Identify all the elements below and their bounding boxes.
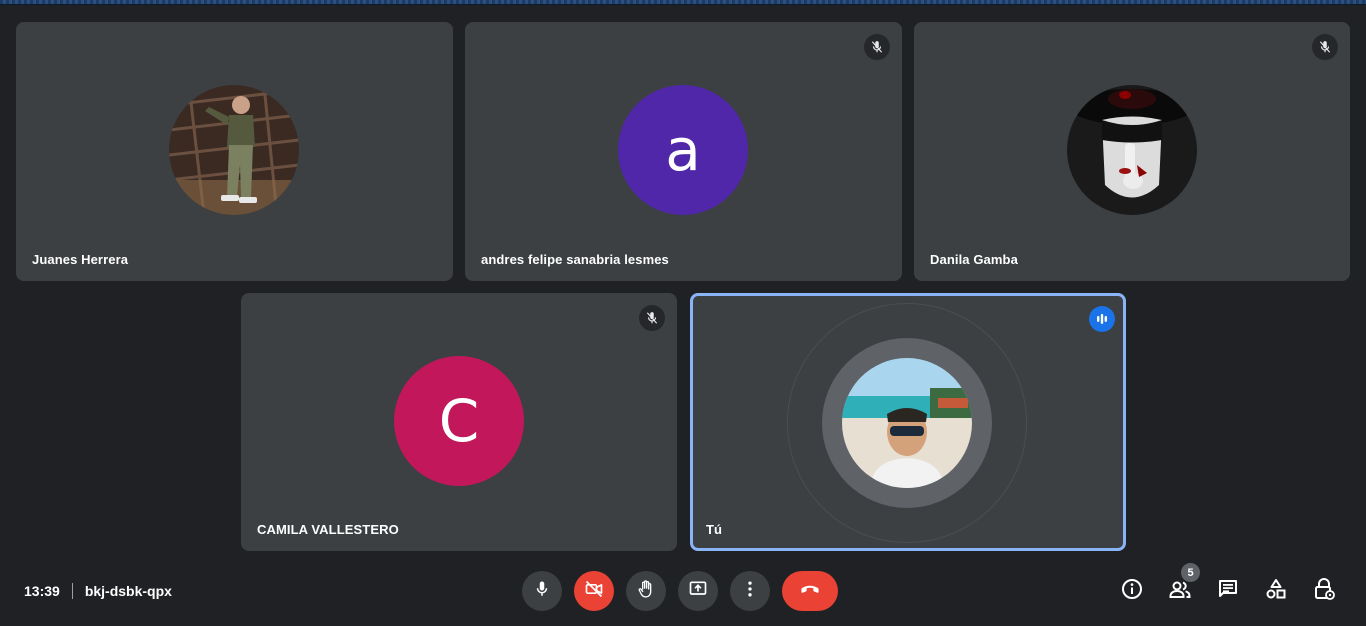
microphone-icon [533, 580, 551, 603]
meeting-time: 13:39 [24, 583, 60, 599]
participant-name: Juanes Herrera [32, 252, 129, 267]
microphone-button[interactable] [522, 571, 562, 611]
speaking-indicator-icon [1089, 306, 1115, 332]
meeting-info: 13:39 bkj-dsbk-qpx [24, 581, 172, 601]
participant-avatar-photo [1067, 85, 1197, 215]
info-icon [1120, 577, 1144, 606]
raise-hand-icon [636, 579, 656, 604]
participant-tile-danila[interactable]: Danila Gamba [914, 22, 1350, 281]
top-window-strip [0, 0, 1366, 5]
participant-name: andres felipe sanabria lesmes [481, 252, 669, 267]
hang-up-icon [797, 576, 823, 607]
muted-mic-icon [864, 34, 890, 60]
participant-avatar-photo [169, 85, 299, 215]
host-controls-button[interactable] [1311, 577, 1337, 606]
muted-mic-icon [1312, 34, 1338, 60]
camera-toggle-button[interactable] [574, 571, 614, 611]
divider [71, 583, 73, 599]
host-controls-icon [1312, 577, 1336, 606]
chat-button[interactable] [1215, 578, 1241, 604]
participant-tile-self[interactable]: Tú [690, 293, 1126, 551]
participant-tile-camila[interactable]: C CAMILA VALLESTERO [241, 293, 677, 551]
participant-avatar-photo [842, 358, 972, 488]
meeting-details-button[interactable] [1119, 578, 1145, 604]
people-count-badge: 5 [1181, 563, 1200, 582]
present-screen-icon [688, 579, 708, 604]
participant-avatar-letter: a [618, 85, 748, 215]
participant-name: Tú [706, 522, 723, 537]
participant-name: Danila Gamba [930, 252, 1018, 267]
meeting-code: bkj-dsbk-qpx [84, 583, 172, 599]
raise-hand-button[interactable] [626, 571, 666, 611]
activities-icon [1264, 577, 1288, 606]
camera-off-icon [584, 579, 604, 604]
participant-tile-andres[interactable]: a andres felipe sanabria lesmes [465, 22, 902, 281]
activities-button[interactable] [1263, 578, 1289, 604]
more-options-icon [740, 579, 760, 604]
participant-avatar-letter: C [394, 356, 524, 486]
participant-name: CAMILA VALLESTERO [257, 522, 399, 537]
more-options-button[interactable] [730, 571, 770, 611]
present-screen-button[interactable] [678, 571, 718, 611]
participant-tile-juanes[interactable]: Juanes Herrera [16, 22, 453, 281]
muted-mic-icon [639, 305, 665, 331]
leave-call-button[interactable] [782, 571, 838, 611]
chat-icon [1216, 577, 1240, 606]
